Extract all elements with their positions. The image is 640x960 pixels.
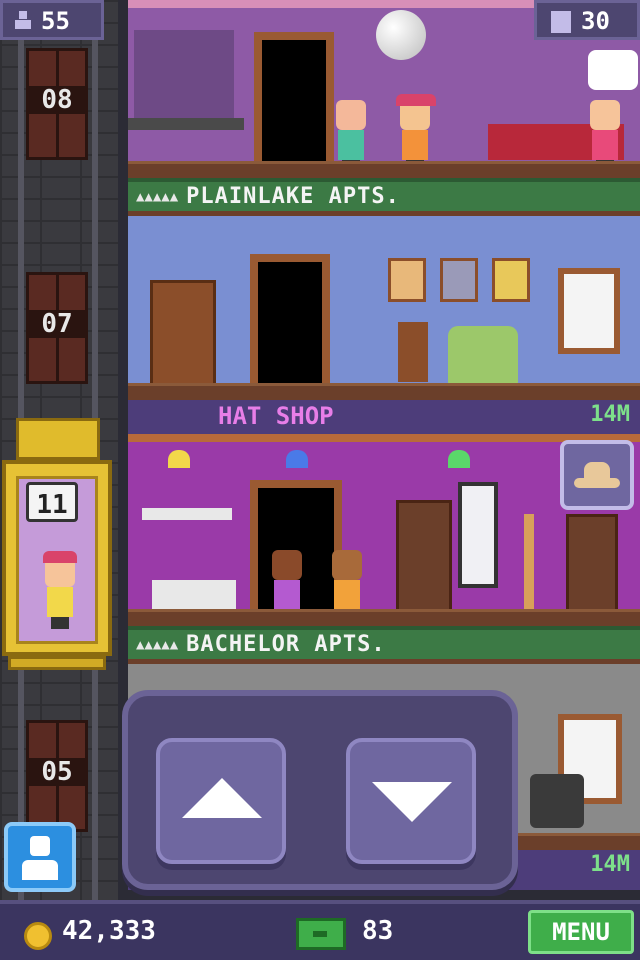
elevator-down-button[interactable] [346,738,476,864]
coin-icon [24,922,52,950]
elevator-top [16,418,100,460]
building-icon [551,11,571,33]
elevator-passenger[interactable] [41,551,77,629]
shop-name: HAT SHOP [218,402,334,430]
bottom-bar: 42,333 83 MENU [0,900,640,960]
floor-plainlake-apartment[interactable] [128,216,640,400]
hat-icon[interactable] [560,440,634,510]
elevator-base [8,656,106,670]
shaft-floor-label: 07 [28,310,86,338]
bar-counter [128,118,244,130]
floor-trim [128,161,640,178]
ceiling-lamp [286,450,308,468]
up-arrow-icon [182,778,262,818]
mirror [458,482,498,588]
floor-sign-bachelor[interactable]: ▲▲▲▲▲ BACHELOR APTS. [128,626,640,664]
bux-value: 83 [362,916,394,946]
down-arrow-icon [372,782,452,822]
coins-value: 42,333 [62,916,156,946]
population-value: 55 [41,7,70,35]
person-icon [30,836,50,856]
shop-stock: 14M [590,852,630,877]
bar-shelves [134,30,234,130]
elevator-up-button[interactable] [156,738,286,864]
hat-stand [524,514,534,614]
elevator-controls [122,690,518,890]
rating-stars: ▲▲▲▲▲ [136,189,179,205]
armchair [530,774,584,828]
elevator-floor-display: 11 [26,482,78,522]
ceiling-lamp [448,450,470,468]
ceiling-lamp [168,450,190,468]
elevator-car[interactable]: 11 [2,418,112,670]
hat-cabinet [396,500,452,616]
floor-trim [128,609,640,626]
disco-ball [376,10,426,60]
window [558,268,620,354]
person-icon [15,11,31,29]
tower-bux-icon [296,918,346,950]
apartment-doorway [250,254,330,392]
disco-doorway [254,32,334,170]
floor-trim [128,383,640,400]
shop-sign-hat[interactable]: HAT SHOP 14M [128,400,640,434]
shaft-floor-label: 05 [28,758,86,786]
picture-frame [388,258,426,302]
floor-sign-label: PLAINLAKE APTS. [186,184,400,209]
floor-sign-label: BACHELOR APTS. [186,632,386,657]
floors-value: 30 [581,7,610,35]
shaft-floor-label: 08 [28,86,86,114]
hat-rack [566,514,618,616]
hat-display-shelf [142,508,232,520]
population-counter[interactable]: 55 [0,0,104,40]
floors-counter[interactable]: 30 [534,0,640,40]
shop-stock: 14M [590,402,630,427]
table-lamp [398,322,428,382]
floor-sign-plainlake[interactable]: ▲▲▲▲▲ PLAINLAKE APTS. [128,178,640,216]
rating-stars: ▲▲▲▲▲ [136,637,179,653]
bookshelf [150,280,216,386]
menu-button[interactable]: MENU [528,910,634,954]
drink-bubble[interactable] [588,50,638,90]
picture-frame [440,258,478,302]
armchair [448,326,518,386]
people-button[interactable] [4,822,76,892]
picture-frame [492,258,530,302]
